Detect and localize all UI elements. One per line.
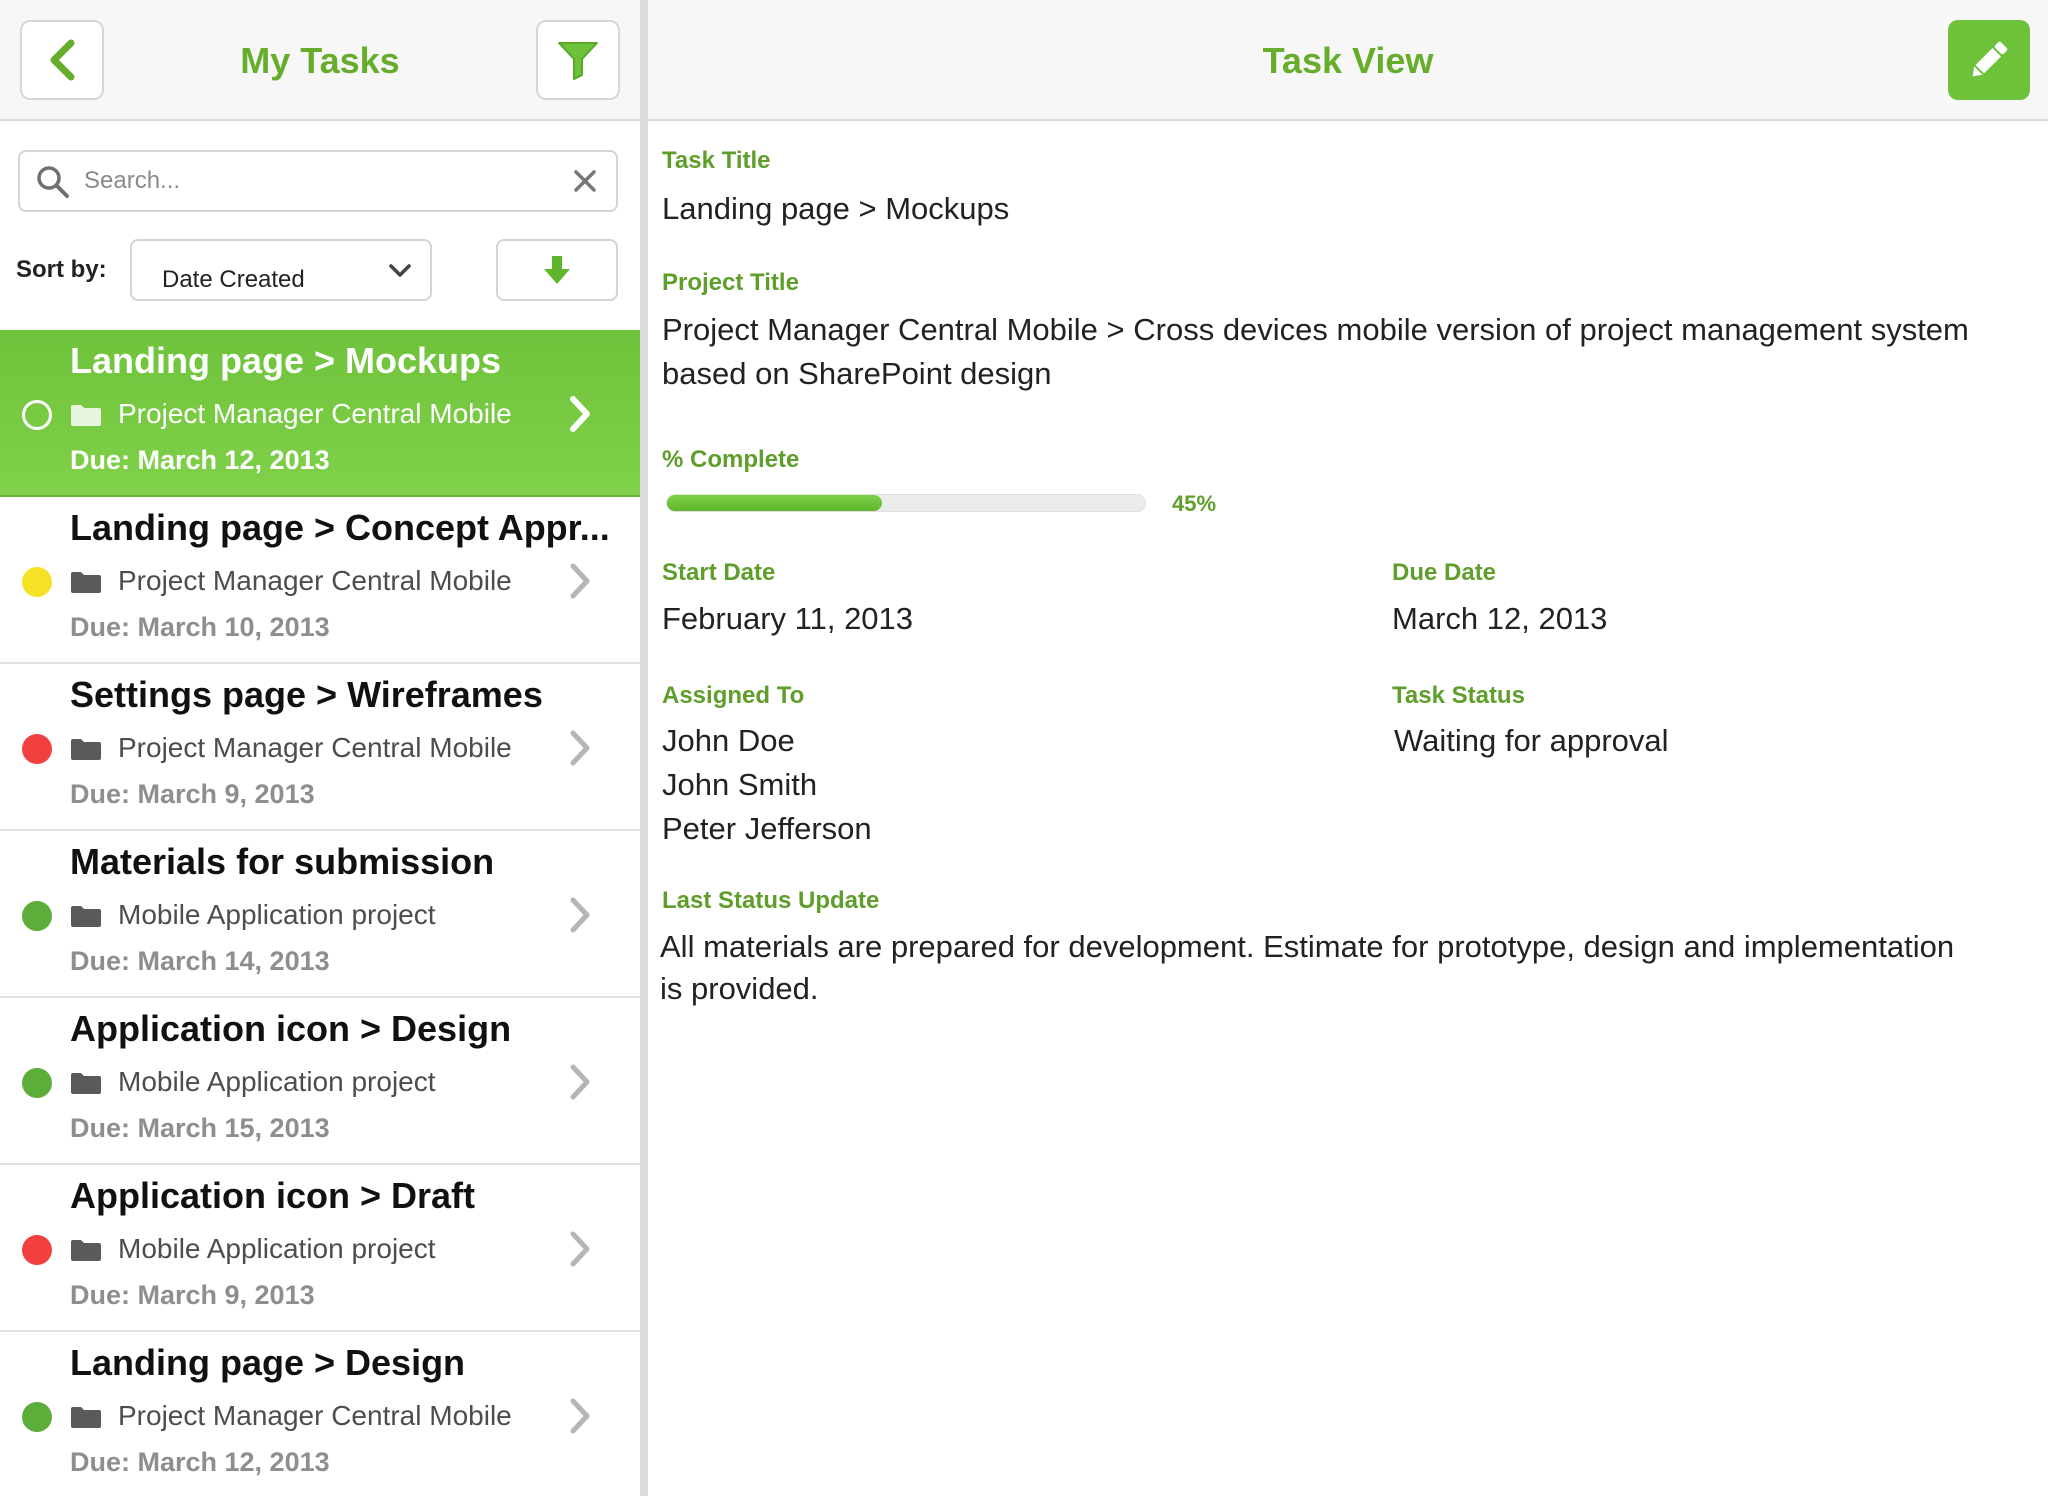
status-dot-icon <box>22 567 52 597</box>
task-project: Project Manager Central Mobile <box>118 1400 512 1431</box>
task-title: Landing page > Mockups <box>70 340 502 381</box>
pencil-icon <box>1972 41 2008 77</box>
task-due-date: Due: March 12, 2013 <box>70 445 330 475</box>
status-dot-icon <box>22 1235 52 1265</box>
task-view-pane: Task View Task Title Landing page > Mock… <box>648 0 2048 1496</box>
chevron-right-icon <box>570 1064 590 1100</box>
assignee: John Smith <box>662 767 818 802</box>
page-title: My Tasks <box>240 39 400 81</box>
edit-button[interactable] <box>1948 20 2030 100</box>
chevron-right-icon <box>570 730 590 766</box>
chevron-right-icon <box>570 1398 590 1434</box>
status-dot-icon <box>22 1068 52 1098</box>
complete-label: % Complete <box>662 446 800 473</box>
task-list-pane: My Tasks Sort by: Date Created Landing p… <box>0 0 640 1496</box>
left-navbar: My Tasks <box>0 0 640 121</box>
task-title: Materials for submission <box>70 841 495 882</box>
task-due-date: Due: March 9, 2013 <box>70 1280 315 1310</box>
task-title: Application icon > Draft <box>70 1175 476 1216</box>
progress-bar <box>666 494 1146 512</box>
project-title-line1: Project Manager Central Mobile > Cross d… <box>662 312 1969 347</box>
task-list-item[interactable]: Landing page > Design Project Manager Cen… <box>0 1332 640 1496</box>
complete-percent: 45% <box>1172 491 1217 516</box>
task-title: Application icon > Design <box>70 1008 512 1049</box>
last-status-update-label: Last Status Update <box>662 887 880 914</box>
task-list-item[interactable]: Landing page > Mockups Project Manager Ce… <box>0 330 640 497</box>
folder-icon <box>71 739 101 760</box>
chevron-right-icon <box>570 1231 590 1267</box>
task-due-date: Due: March 15, 2013 <box>70 1113 330 1143</box>
task-list-item[interactable]: Application icon > Draft Mobile Applicati… <box>0 1165 640 1332</box>
task-list-item[interactable]: Materials for submission Mobile Applicati… <box>0 831 640 998</box>
start-date-label: Start Date <box>662 559 776 586</box>
task-due-date: Due: March 12, 2013 <box>70 1447 330 1477</box>
folder-icon <box>71 1407 101 1428</box>
task-title: Settings page > Wireframes <box>70 674 543 715</box>
task-list-item[interactable]: Settings page > Wireframes Project Manage… <box>0 664 640 831</box>
right-navbar: Task View <box>648 0 2048 121</box>
progress-fill <box>667 495 883 511</box>
task-list-item[interactable]: Landing page > Concept Appr... Project Ma… <box>0 497 640 664</box>
pane-divider[interactable] <box>640 0 648 1496</box>
project-title-line2: based on SharePoint design <box>662 356 1052 391</box>
assignee: Peter Jefferson <box>662 811 872 846</box>
assigned-to-label: Assigned To <box>662 682 805 709</box>
assignee: John Doe <box>662 723 795 758</box>
sort-select[interactable]: Date Created <box>130 239 432 301</box>
folder-icon <box>71 1073 101 1094</box>
status-dot-icon <box>22 400 52 430</box>
task-due-date: Due: March 14, 2013 <box>70 946 330 976</box>
folder-icon <box>71 572 101 593</box>
task-project: Mobile Application project <box>118 1233 436 1264</box>
task-due-date: Due: March 9, 2013 <box>70 779 315 809</box>
due-date-value: March 12, 2013 <box>1392 601 1608 636</box>
status-dot-icon <box>22 734 52 764</box>
task-title-value: Landing page > Mockups <box>662 191 1010 226</box>
sort-select-value: Date Created <box>162 266 305 293</box>
chevron-down-icon <box>389 264 411 277</box>
chevron-right-icon <box>570 563 590 599</box>
due-date-label: Due Date <box>1392 559 1497 586</box>
arrow-down-icon <box>544 256 570 284</box>
project-title-label: Project Title <box>662 269 799 296</box>
task-title-label: Task Title <box>662 147 771 174</box>
task-project: Project Manager Central Mobile <box>118 732 512 763</box>
funnel-icon <box>558 42 598 80</box>
clear-search-icon[interactable] <box>572 168 598 194</box>
last-status-update-line2: is provided. <box>660 971 819 1006</box>
status-dot-icon <box>22 901 52 931</box>
last-status-update-line1: All materials are prepared for developme… <box>660 929 1955 964</box>
sort-direction-button[interactable] <box>496 239 618 301</box>
task-list-item[interactable]: Application icon > Design Mobile Applicat… <box>0 998 640 1165</box>
task-due-date: Due: March 10, 2013 <box>70 612 330 642</box>
task-project: Project Manager Central Mobile <box>118 398 512 429</box>
task-list: Landing page > Mockups Project Manager Ce… <box>0 330 640 1496</box>
task-project: Mobile Application project <box>118 899 436 930</box>
task-title: Landing page > Concept Appr... <box>70 507 610 548</box>
task-view-title: Task View <box>1262 39 1434 81</box>
task-project: Mobile Application project <box>118 1066 436 1097</box>
chevron-right-icon <box>570 396 590 432</box>
start-date-value: February 11, 2013 <box>662 601 914 636</box>
task-status-label: Task Status <box>1392 682 1525 709</box>
status-dot-icon <box>22 1402 52 1432</box>
search-input[interactable] <box>84 160 544 202</box>
task-project: Project Manager Central Mobile <box>118 565 512 596</box>
search-box <box>18 150 618 212</box>
back-button[interactable] <box>20 20 104 100</box>
search-icon <box>37 166 69 198</box>
task-status-value: Waiting for approval <box>1394 723 1669 758</box>
chevron-right-icon <box>570 897 590 933</box>
task-title: Landing page > Design <box>70 1342 466 1383</box>
filter-button[interactable] <box>536 20 620 100</box>
folder-icon <box>71 1240 101 1261</box>
sort-by-label: Sort by: <box>16 256 107 283</box>
folder-icon <box>71 906 101 927</box>
chevron-left-icon <box>50 39 75 81</box>
folder-icon <box>71 405 101 426</box>
